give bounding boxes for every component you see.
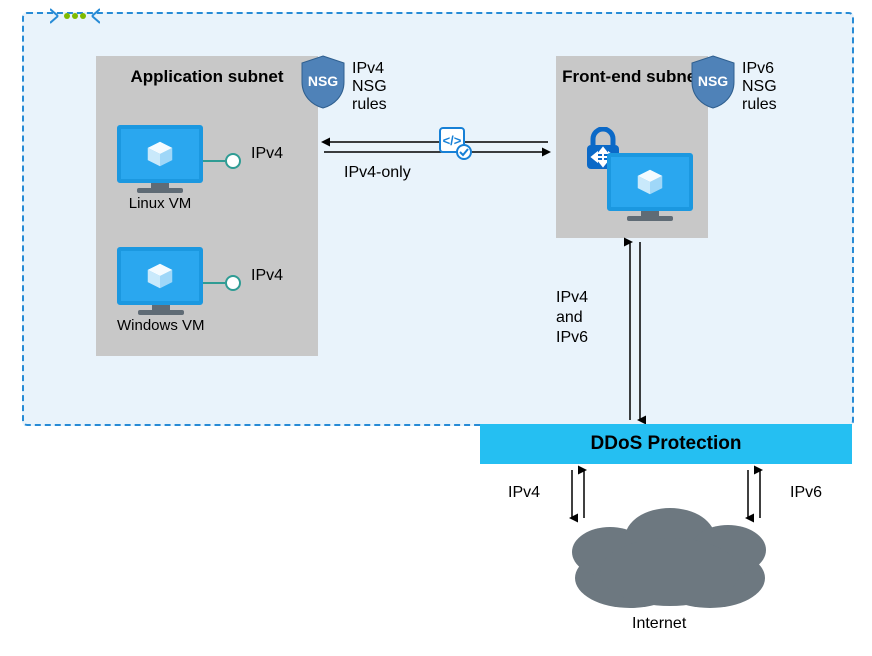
cube-icon	[636, 168, 664, 196]
linux-vm: Linux VM	[117, 125, 203, 212]
app-nsg-shield-icon: NSG	[298, 54, 348, 115]
fe-subnet-title: Front-end subnet	[557, 67, 707, 87]
fe-nsg-label: IPv6 NSG rules	[742, 60, 777, 114]
frontend-ddos-arrows	[620, 236, 650, 426]
windows-vm: Windows VM	[117, 247, 205, 334]
ipv4-label: IPv4	[508, 484, 540, 502]
svg-text:</>: </>	[443, 133, 462, 148]
monitor-icon	[117, 125, 203, 183]
ddos-protection-bar: DDoS Protection	[480, 424, 852, 464]
fe-nsg-shield-icon: NSG	[688, 54, 738, 115]
nic-windows-label: IPv4	[251, 267, 283, 285]
cube-icon	[146, 262, 174, 290]
internet-label: Internet	[632, 615, 686, 633]
application-subnet: Application subnet Linux VM IPv4	[96, 56, 318, 356]
app-proxy-icon: </>	[438, 126, 474, 167]
internet-cloud-icon	[560, 500, 780, 620]
nic-linux-label: IPv4	[251, 145, 283, 163]
svg-text:NSG: NSG	[308, 73, 338, 89]
app-subnet-title: Application subnet	[97, 67, 317, 87]
app-nsg-label: IPv4 NSG rules	[352, 60, 387, 114]
frontend-vm	[607, 153, 693, 221]
diagram-canvas: Application subnet Linux VM IPv4	[0, 0, 872, 656]
vnet-handle-icon	[50, 5, 100, 32]
ipv4-ipv6-label: IPv4 and IPv6	[556, 288, 588, 348]
frontend-subnet: Front-end subnet	[556, 56, 708, 238]
monitor-icon	[117, 247, 203, 305]
nic-windows	[203, 275, 241, 291]
linux-vm-label: Linux VM	[117, 195, 203, 212]
ipv6-label: IPv6	[790, 484, 822, 502]
windows-vm-label: Windows VM	[117, 317, 205, 334]
nic-linux	[203, 153, 241, 169]
ipv4-only-label: IPv4-only	[344, 164, 411, 182]
monitor-icon	[607, 153, 693, 211]
ddos-label: DDoS Protection	[591, 433, 742, 455]
cube-icon	[146, 140, 174, 168]
svg-text:NSG: NSG	[698, 73, 728, 89]
